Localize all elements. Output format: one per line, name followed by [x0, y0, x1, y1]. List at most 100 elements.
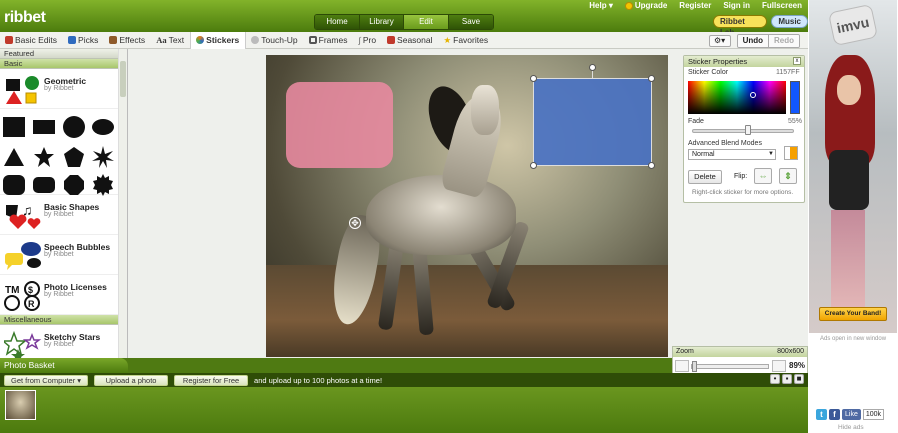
- register-free-button[interactable]: Register for Free: [174, 374, 249, 386]
- tab-edit[interactable]: Edit: [404, 15, 449, 29]
- photo-basket-tab[interactable]: Photo Basket: [0, 358, 128, 373]
- photo-canvas[interactable]: ✥: [266, 55, 668, 357]
- sticker-rectangle[interactable]: [33, 120, 55, 134]
- tab-home[interactable]: Home: [315, 15, 360, 29]
- tool-seasonal[interactable]: Seasonal: [382, 32, 438, 49]
- sticker-pack-sketchy-stars[interactable]: Sketchy Stars by Ribbet: [0, 325, 127, 358]
- featured-section[interactable]: Featured: [0, 49, 127, 59]
- color-spectrum-picker[interactable]: [688, 81, 786, 114]
- blend-options-icon[interactable]: [784, 146, 798, 160]
- create-band-button[interactable]: Create Your Band!: [819, 307, 887, 321]
- hide-ads-link[interactable]: Hide ads: [838, 424, 864, 431]
- blend-mode-select[interactable]: Normal ▼: [688, 149, 776, 160]
- sticker-pack-photo-licenses[interactable]: TM $ R Photo Licenses by Ribbet: [0, 275, 127, 315]
- resize-handle-br[interactable]: [648, 162, 655, 169]
- basket-photo-thumbnail[interactable]: [5, 390, 36, 420]
- picker-cursor[interactable]: [750, 92, 756, 98]
- photo-basket-bar: Get from Computer ▾ Upload a photo Regis…: [0, 373, 808, 387]
- tool-touch-up[interactable]: Touch-Up: [246, 32, 303, 49]
- main-nav: Home Library Edit Save: [314, 14, 494, 30]
- basic-section[interactable]: Basic: [0, 59, 127, 69]
- touchup-icon: [251, 36, 260, 44]
- tool-picks[interactable]: Picks: [63, 32, 104, 49]
- sketchy-stars-thumb: [4, 331, 42, 358]
- facebook-icon[interactable]: f: [829, 409, 840, 420]
- selection-box: [533, 78, 652, 166]
- sticker-star[interactable]: [33, 146, 55, 168]
- ad-note: Ads open in new window: [820, 336, 887, 342]
- twitter-icon[interactable]: t: [816, 409, 827, 420]
- delete-sticker-button[interactable]: Delete: [688, 170, 722, 184]
- tool-pro[interactable]: ∫ Pro: [353, 32, 382, 49]
- chevron-down-icon: ▼: [768, 151, 774, 157]
- library-scrollbar[interactable]: [118, 49, 127, 358]
- flip-horizontal-button[interactable]: ⇔: [754, 168, 772, 184]
- flip-vertical-button[interactable]: ⇕: [779, 168, 797, 184]
- tool-stickers[interactable]: Stickers: [190, 31, 247, 49]
- sticker-triangle[interactable]: [3, 147, 25, 167]
- tool-frames[interactable]: Frames: [304, 32, 354, 49]
- sticker-pack-geometric[interactable]: Geometric by Ribbet: [0, 69, 127, 109]
- upgrade-link[interactable]: Upgrade: [624, 1, 667, 10]
- pink-rounded-sticker[interactable]: [286, 82, 393, 168]
- tool-favorites[interactable]: ★ Favorites: [439, 32, 495, 49]
- sticker-rounded-rectangle[interactable]: [33, 177, 55, 193]
- tool-effects[interactable]: Effects: [104, 32, 151, 49]
- fade-value: 55%: [788, 118, 803, 125]
- ribbet-lab-button[interactable]: Ribbet Lab: [713, 15, 768, 37]
- resize-handle-bl[interactable]: [530, 162, 537, 169]
- fade-slider[interactable]: [692, 129, 794, 133]
- fullscreen-link[interactable]: Fullscreen: [762, 1, 802, 10]
- sign-in-link[interactable]: Sign in: [723, 1, 750, 10]
- help-menu[interactable]: Help ▾: [589, 1, 613, 10]
- zoom-slider-knob[interactable]: [692, 361, 698, 372]
- miscellaneous-section[interactable]: Miscellaneous: [0, 315, 127, 325]
- panel-header: Sticker Properties x: [684, 56, 804, 67]
- sticker-pack-basic-shapes[interactable]: ♫ Basic Shapes by Ribbet: [0, 195, 127, 235]
- tab-save[interactable]: Save: [449, 15, 493, 29]
- tab-library[interactable]: Library: [360, 15, 404, 29]
- tool-basic-edits[interactable]: Basic Edits: [0, 32, 63, 49]
- sticker-pack-speech-bubbles[interactable]: Speech Bubbles by Ribbet: [0, 235, 127, 275]
- sticker-circle[interactable]: [63, 116, 85, 138]
- ad-banner[interactable]: imvu Create Your Band!: [809, 0, 897, 333]
- speech-bubbles-thumb: [5, 242, 41, 270]
- register-link[interactable]: Register: [679, 1, 711, 10]
- ad-sidebar: imvu Create Your Band! Ads open in new w…: [808, 0, 898, 433]
- zoom-out-icon[interactable]: [675, 360, 689, 372]
- color-swatch[interactable]: [790, 81, 800, 114]
- sticker-rounded-square[interactable]: [3, 175, 25, 195]
- close-icon[interactable]: x: [793, 57, 801, 65]
- fade-slider-knob[interactable]: [745, 125, 752, 135]
- view-large-icon[interactable]: ■: [794, 374, 804, 384]
- sticker-square[interactable]: [3, 117, 25, 137]
- sticker-seal[interactable]: [92, 174, 114, 196]
- zoom-slider[interactable]: [691, 364, 769, 369]
- resize-handle-tr[interactable]: [648, 75, 655, 82]
- sticker-octagon[interactable]: [63, 174, 85, 196]
- zoom-in-icon[interactable]: [772, 360, 786, 372]
- facebook-like-button[interactable]: Like: [842, 409, 861, 420]
- redo-button[interactable]: Redo: [768, 35, 799, 47]
- undo-button[interactable]: Undo: [737, 35, 768, 47]
- get-from-computer-select[interactable]: Get from Computer ▾: [4, 374, 89, 386]
- tool-text[interactable]: Aa Text: [151, 32, 190, 49]
- sticker-oval[interactable]: [92, 119, 114, 135]
- resize-handle-tl[interactable]: [530, 75, 537, 82]
- settings-gear-button[interactable]: ⚙▾: [708, 35, 731, 47]
- scrollbar-thumb[interactable]: [120, 61, 126, 97]
- photo-ground: [266, 265, 668, 357]
- photo-basket-area: [0, 387, 808, 433]
- rotate-handle[interactable]: [589, 64, 596, 71]
- tool-label: Frames: [318, 35, 348, 45]
- sticker-pentagon[interactable]: [63, 146, 85, 168]
- music-button[interactable]: Music: [771, 15, 808, 28]
- workspace: ✥ Sticker Properties x Sticker Color 115…: [128, 49, 808, 376]
- ribbet-logo[interactable]: ribbet: [4, 9, 46, 27]
- view-small-icon[interactable]: •: [770, 374, 780, 384]
- tool-tabs: Basic Edits Picks Effects Aa Text Sticker…: [0, 31, 808, 49]
- view-medium-icon[interactable]: ▪: [782, 374, 792, 384]
- upload-photo-button[interactable]: Upload a photo: [94, 374, 169, 386]
- sticker-burst[interactable]: [92, 146, 114, 168]
- like-label: Like: [845, 411, 858, 418]
